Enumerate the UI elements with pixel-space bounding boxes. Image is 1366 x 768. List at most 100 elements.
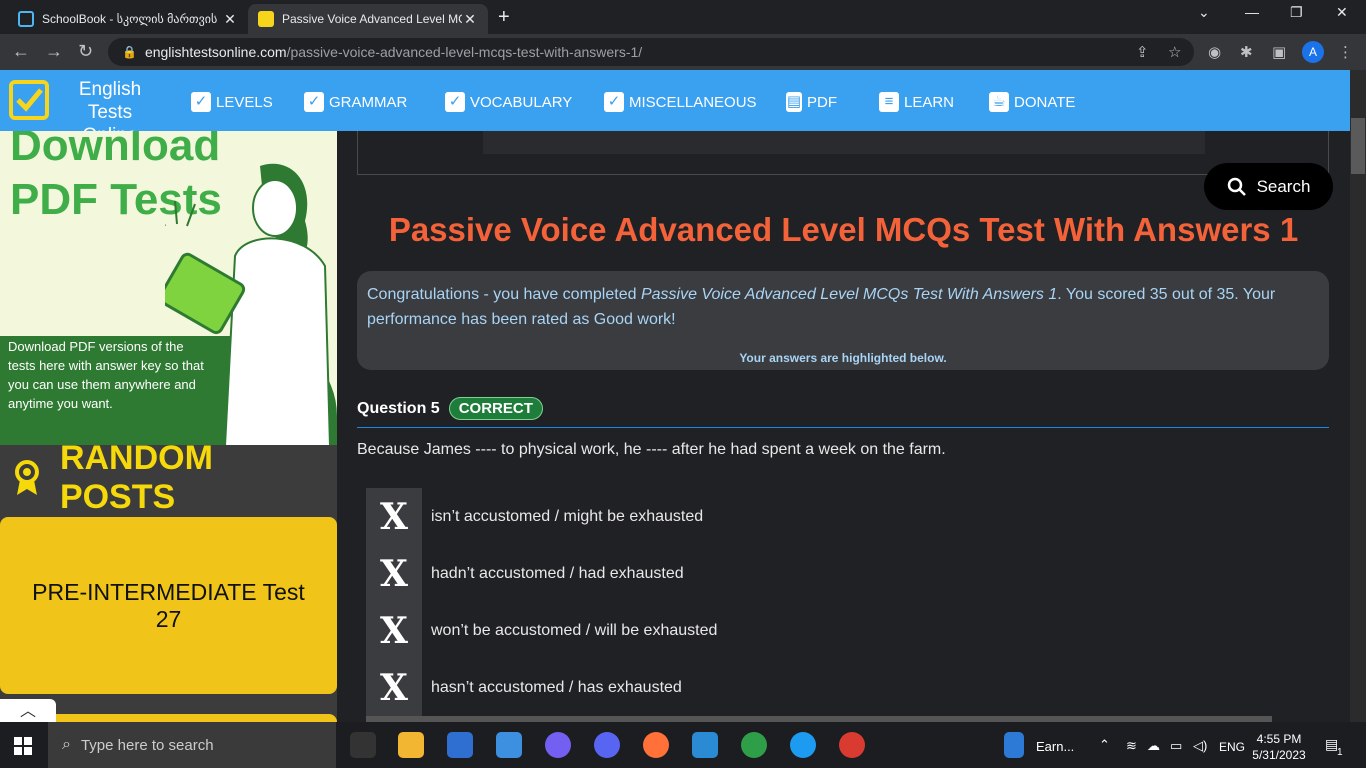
side-panel-icon[interactable]: ▣ [1272, 43, 1286, 61]
nav-grammar[interactable]: ✓ GRAMMAR [304, 92, 407, 112]
search-icon [1227, 177, 1246, 196]
post-title: PRE-INTERMEDIATE Test 27 [32, 578, 305, 632]
answer-option[interactable]: X won’t be accustomed / will be exhauste… [366, 602, 1272, 659]
nav-vocabulary[interactable]: ✓ VOCABULARY [445, 92, 572, 112]
new-tab-icon[interactable]: + [498, 6, 510, 29]
extension-icon[interactable]: ◉ [1208, 43, 1221, 61]
mail-icon[interactable] [496, 732, 522, 758]
x-mark-icon: X [366, 659, 422, 716]
schoolbook-favicon-icon [18, 11, 34, 27]
answer-text: hasn’t accustomed / has exhausted [431, 678, 682, 696]
restore-icon[interactable]: ❐ [1290, 4, 1303, 21]
result-note: Your answers are highlighted below. [739, 351, 947, 365]
answer-text: won’t be accustomed / will be exhausted [431, 621, 718, 639]
nav-levels[interactable]: ✓ LEVELS [191, 92, 273, 112]
promo-description: Download PDF versions of the tests here … [8, 339, 204, 411]
address-bar[interactable]: 🔒 englishtestsonline.com/passive-voice-a… [108, 38, 1194, 66]
menu-icon[interactable]: ⋮ [1338, 43, 1353, 61]
firefox-icon[interactable] [643, 732, 669, 758]
chrome-profile-icon[interactable] [839, 732, 865, 758]
onedrive-icon[interactable]: ☁ [1147, 738, 1160, 754]
nav-pdf[interactable]: ▤ PDF [786, 92, 837, 112]
sidebar: Download PDF Tests Download PDF versions… [0, 131, 337, 722]
discord-icon[interactable] [594, 732, 620, 758]
back-icon[interactable]: ← [12, 41, 30, 62]
question-text: Because James ---- to physical work, he … [357, 441, 946, 458]
nav-label: PDF [807, 93, 837, 111]
notification-count: 1 [1337, 747, 1343, 758]
close-tab-icon[interactable]: ✕ [222, 11, 238, 28]
download-pdf-promo[interactable]: Download PDF Tests Download PDF versions… [0, 131, 337, 445]
answer-option[interactable]: X hadn’t accustomed / had exhausted [366, 545, 1272, 602]
profile-avatar[interactable]: A [1302, 41, 1324, 63]
battery-icon[interactable]: ▭ [1170, 738, 1182, 754]
question-label: Question 5 [357, 399, 440, 417]
page-scrollbar[interactable] [1350, 70, 1366, 722]
task-view-icon[interactable] [350, 732, 376, 758]
checkbox-icon: ✓ [445, 92, 465, 112]
scroll-to-top-button[interactable]: ︿ [0, 699, 56, 722]
nav-label: DONATE [1014, 93, 1076, 111]
status-badge: CORRECT [448, 397, 543, 420]
share-icon[interactable]: ⇪ [1136, 43, 1149, 61]
nav-donate[interactable]: ☕ DONATE [989, 92, 1075, 112]
vscode-icon[interactable] [692, 732, 718, 758]
chevron-up-icon: ︿ [19, 703, 36, 720]
viber-icon[interactable] [545, 732, 571, 758]
embedded-content [483, 131, 1205, 154]
logo-line-1: English Tests [78, 79, 142, 123]
answer-option[interactable]: X isn’t accustomed / might be exhausted [366, 488, 1272, 545]
chrome-icon[interactable] [741, 732, 767, 758]
award-ribbon-icon [14, 460, 39, 495]
nav-label: GRAMMAR [329, 93, 408, 111]
answer-list: X isn’t accustomed / might be exhausted … [366, 488, 1272, 716]
tab-title: Passive Voice Advanced Level MCQs [282, 12, 462, 26]
store-icon[interactable] [447, 732, 473, 758]
random-post-card[interactable]: PRE-INTERMEDIATE Test 27 [0, 517, 337, 694]
scrollbar-thumb[interactable] [1351, 118, 1365, 174]
file-explorer-icon[interactable] [398, 732, 424, 758]
lock-icon: 🔒 [122, 45, 137, 59]
close-tab-icon[interactable]: ✕ [462, 11, 478, 28]
clock-time: 4:55 PM [1256, 732, 1302, 746]
forward-icon[interactable]: → [45, 41, 63, 62]
bookmark-star-icon[interactable]: ☆ [1168, 43, 1181, 61]
answer-text: hadn’t accustomed / had exhausted [431, 564, 684, 582]
result-prefix: Congratulations - you have completed [367, 286, 641, 303]
document-icon[interactable] [1004, 732, 1024, 758]
language-indicator[interactable]: ENG [1219, 740, 1245, 754]
answer-option[interactable]: X hasn’t accustomed / has exhausted [366, 659, 1272, 716]
volume-icon[interactable]: ◁) [1193, 738, 1207, 754]
nav-label: LEVELS [216, 93, 273, 111]
coffee-icon: ☕ [989, 92, 1009, 112]
taskbar-search-placeholder: Type here to search [80, 736, 214, 754]
site-header: English Tests Online ✓LEVELS ✓GRAMMAR ✓V… [0, 70, 1350, 146]
minimize-icon[interactable]: — [1245, 4, 1259, 20]
logo-check-icon[interactable] [9, 80, 49, 120]
site-favicon-icon [258, 11, 274, 27]
random-posts-title: RANDOM POSTS [59, 439, 213, 516]
tab-schoolbook[interactable]: SchoolBook - სკოლის მართვის ✕ [8, 4, 248, 34]
nav-miscellaneous[interactable]: ✓ MISCELLANEOUS [604, 92, 757, 112]
earn-widget-label[interactable]: Earn... [1036, 739, 1074, 754]
tab-passive-voice[interactable]: Passive Voice Advanced Level MCQs ✕ [248, 4, 488, 34]
tab-title: SchoolBook - სკოლის მართვის [42, 12, 218, 26]
nav-learn[interactable]: ≡ LEARN [879, 92, 954, 112]
reload-icon[interactable]: ↻ [78, 41, 93, 62]
random-posts-heading: RANDOM POSTS [0, 439, 337, 516]
windows-taskbar: ⌕ Type here to search Earn... ⌃ ≋ ☁ ▭ ◁)… [0, 722, 1366, 768]
close-window-icon[interactable]: ✕ [1336, 4, 1348, 21]
search-button[interactable]: Search [1204, 163, 1333, 210]
windows-start-icon[interactable] [14, 737, 32, 755]
result-test-name: Passive Voice Advanced Level MCQs Test W… [640, 286, 1058, 303]
wifi-icon[interactable]: ≋ [1126, 738, 1137, 754]
taskbar-search[interactable]: ⌕ Type here to search [48, 722, 336, 768]
main-content: Search Passive Voice Advanced Level MCQs… [337, 131, 1350, 722]
url-domain: englishtestsonline.com [144, 44, 287, 60]
system-clock[interactable]: 4:55 PM 5/31/2023 [1250, 731, 1308, 763]
chevron-up-icon[interactable]: ⌃ [1099, 737, 1110, 753]
twitter-icon[interactable] [790, 732, 816, 758]
tab-search-icon[interactable]: ⌄ [1198, 4, 1210, 21]
puzzle-icon[interactable]: ✱ [1240, 43, 1253, 61]
question-divider [357, 427, 1329, 428]
